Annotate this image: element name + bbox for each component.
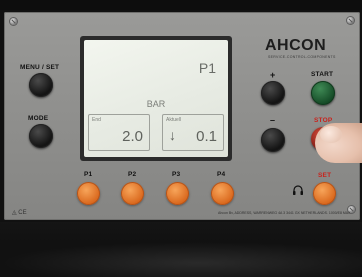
active-program: P1 (198, 60, 216, 76)
plus-label: + (270, 70, 276, 80)
actual-pressure-value: 0.1 (196, 128, 217, 145)
down-arrow-icon: ↓ (169, 127, 176, 143)
lcd-display: P1 BAR End 2.0 Aktuell ↓ 0.1 (84, 40, 228, 157)
program-button-p4[interactable] (211, 182, 234, 205)
actual-pressure-title: Aktuell (166, 117, 182, 123)
set-label: SET (318, 172, 332, 179)
program-button-p2[interactable] (121, 182, 144, 205)
background-reflection (0, 242, 362, 277)
plus-button[interactable] (261, 81, 285, 105)
program-button-p1[interactable] (77, 182, 100, 205)
minus-label: – (270, 115, 276, 125)
actual-pressure-box: Aktuell ↓ 0.1 (162, 114, 224, 151)
program-label-p1: P1 (84, 171, 93, 178)
headphone-icon (293, 185, 303, 195)
background-top (0, 0, 362, 10)
footer-fine-print: Ahcon Bv, ADDRESS, WARRENWEG 4A 3 3441 G… (218, 211, 351, 215)
photo-scene: MENU / SET MODE P1 BAR End 2.0 Aktuell ↓… (0, 0, 362, 277)
pressure-unit: BAR (146, 99, 166, 109)
screw-icon (347, 17, 354, 24)
mode-button[interactable] (29, 124, 53, 148)
end-pressure-title: End (92, 117, 101, 123)
set-button[interactable] (313, 182, 336, 205)
brand-tagline: SERVICE-CONTROL-COMPONENTS (268, 55, 336, 59)
program-label-p3: P3 (172, 171, 181, 178)
end-pressure-box: End 2.0 (88, 114, 150, 151)
end-pressure-value: 2.0 (122, 128, 143, 145)
menu-set-label: MENU / SET (20, 64, 60, 71)
program-label-p2: P2 (128, 171, 137, 178)
finger-nail (320, 126, 342, 143)
ce-mark: ◬ CE (12, 210, 27, 216)
brand-logo: AHCON (265, 37, 327, 54)
menu-set-button[interactable] (29, 73, 53, 97)
screw-icon (10, 18, 17, 25)
start-label: START (311, 71, 334, 78)
mode-label: MODE (28, 115, 49, 122)
program-button-p3[interactable] (166, 182, 189, 205)
minus-button[interactable] (261, 128, 285, 152)
start-button[interactable] (311, 81, 335, 105)
program-label-p4: P4 (217, 171, 226, 178)
